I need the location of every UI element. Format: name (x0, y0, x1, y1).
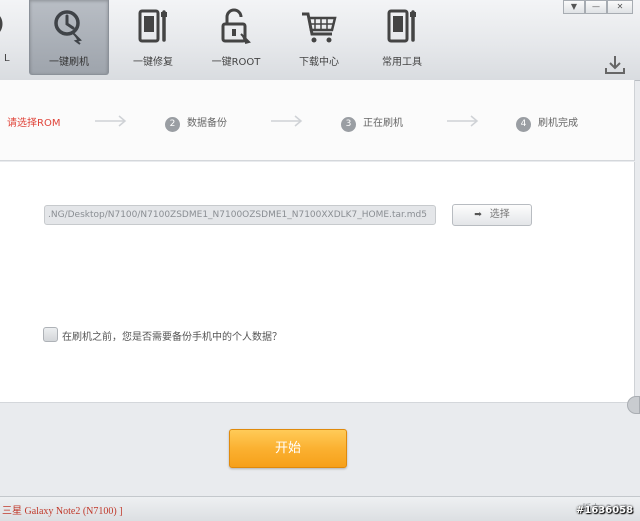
toolbar-item-root[interactable]: 一键ROOT (197, 0, 275, 74)
step-number: 4 (516, 117, 531, 132)
tools-icon (387, 9, 416, 43)
menu-button[interactable]: ▼ (563, 0, 585, 14)
step-backup: 2 数据备份 (165, 114, 227, 132)
repair-icon (138, 9, 167, 43)
backup-checkbox-label: 在刷机之前，您是否需要备份手机中的个人数据？ (62, 332, 282, 343)
toolbar-item-label: 一键刷机 (49, 57, 89, 68)
home-icon (0, 16, 3, 32)
toolbar-item-label: 一键修复 (133, 57, 173, 68)
start-button[interactable]: 开始 (229, 429, 347, 468)
backup-checkbox[interactable] (43, 327, 58, 342)
side-panel-handle[interactable] (627, 396, 640, 414)
status-bar: 三星 Galaxy Note2 (N7100) ] 版本: 2.3.1 (0, 496, 640, 521)
device-name: 三星 Galaxy Note2 (N7100) ] (2, 506, 123, 517)
download-icon[interactable] (604, 54, 626, 76)
toolbar-item-flash[interactable]: 一键刷机 (29, 0, 109, 75)
toolbar-item-download[interactable]: 下载中心 (280, 0, 358, 74)
rom-path-field[interactable]: .NG/Desktop/N7100/N7100ZSDME1_N7100OZSDM… (44, 205, 436, 225)
step-arrow-icon (95, 115, 127, 127)
step-number: 3 (341, 117, 356, 132)
step-label: 刷机完成 (538, 118, 578, 129)
watermark: #1636058 (576, 505, 634, 516)
toolbar-item-label: 常用工具 (382, 57, 422, 68)
step-label: 请选择ROM (7, 118, 61, 129)
step-select-rom: 请选择ROM (7, 114, 60, 129)
rom-select-panel: .NG/Desktop/N7100/N7100ZSDME1_N7100OZSDM… (0, 162, 635, 403)
close-button[interactable]: ✕ (607, 0, 633, 14)
arrow-right-icon: ➡ (474, 210, 482, 220)
toolbar-item-label: L (4, 53, 10, 64)
toolbar-item-tools[interactable]: 常用工具 (363, 0, 441, 74)
step-arrow-icon (447, 115, 479, 127)
step-label: 数据备份 (187, 118, 227, 129)
flash-icon (54, 10, 82, 45)
select-rom-label: 选择 (489, 209, 510, 220)
toolbar-item-label: 一键ROOT (211, 57, 261, 68)
step-arrow-icon (271, 115, 303, 127)
cart-icon (302, 12, 337, 43)
toolbar-item-home[interactable]: L (0, 0, 28, 74)
step-flashing: 3 正在刷机 (341, 114, 403, 132)
step-complete: 4 刷机完成 (516, 114, 578, 132)
minimize-button[interactable]: — (585, 0, 607, 14)
progress-steps: 请选择ROM 2 数据备份 3 正在刷机 4 刷机完成 (0, 80, 635, 161)
select-rom-button[interactable]: ➡ 选择 (452, 204, 532, 226)
toolbar-item-repair[interactable]: 一键修复 (114, 0, 192, 74)
top-toolbar: L 一键刷机 一键修复 一键ROOT 下载中心 常用工具 ▼ — ✕ (0, 0, 640, 81)
toolbar-item-label: 下载中心 (299, 57, 339, 68)
root-lock-icon (221, 8, 251, 44)
step-number: 2 (165, 117, 180, 132)
step-label: 正在刷机 (363, 118, 403, 129)
